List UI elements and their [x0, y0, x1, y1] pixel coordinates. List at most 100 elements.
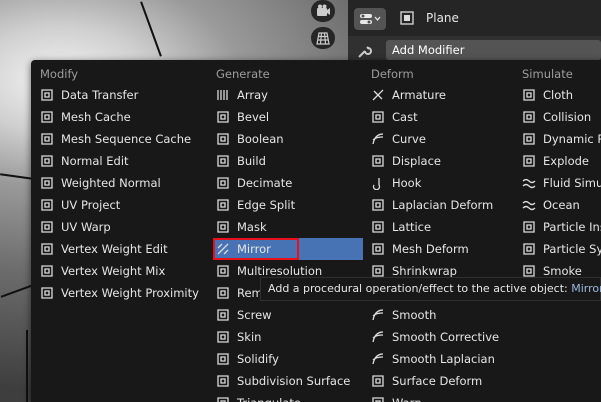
menu-item-build[interactable]: Build [213, 150, 363, 172]
menu-item-subdivision-surface[interactable]: Subdivision Surface [213, 370, 363, 392]
tooltip-value: Mirror [571, 282, 601, 295]
menu-item-vertex-weight-mix[interactable]: Vertex Weight Mix [37, 260, 208, 282]
vertex-weight-icon [41, 265, 53, 277]
menu-item-label: Particle Instance [543, 220, 601, 234]
menu-item-armature[interactable]: Armature [368, 84, 519, 106]
menu-item-weighted-normal[interactable]: Weighted Normal [37, 172, 208, 194]
object-icon [400, 11, 414, 25]
menu-item-label: Lattice [392, 220, 432, 234]
menu-item-surface-deform[interactable]: Surface Deform [368, 370, 519, 392]
vertex-weight-icon [41, 287, 53, 299]
smooth-icon [372, 353, 384, 365]
array-icon [217, 90, 228, 100]
column-header: Deform [371, 67, 414, 81]
menu-item-skin[interactable]: Skin [213, 326, 363, 348]
menu-item-mesh-cache[interactable]: Mesh Cache [37, 106, 208, 128]
editor-type-button[interactable] [354, 8, 386, 30]
cloth-icon [523, 89, 535, 101]
menu-item-label: Collision [543, 110, 592, 124]
menu-item-label: Vertex Weight Edit [61, 242, 168, 256]
tooltip: Add a procedural operation/effect to the… [260, 277, 601, 301]
menu-item-ocean[interactable]: Ocean [519, 194, 601, 216]
menu-item-normal-edit[interactable]: Normal Edit [37, 150, 208, 172]
menu-item-mesh-deform[interactable]: Mesh Deform [368, 238, 519, 260]
collision-icon [523, 111, 535, 123]
hook-icon [372, 178, 381, 190]
column-header: Generate [216, 67, 270, 81]
menu-item-data-transfer[interactable]: Data Transfer [37, 84, 208, 106]
menu-item-smooth-laplacian[interactable]: Smooth Laplacian [368, 348, 519, 370]
menu-item-fluid-simulation[interactable]: Fluid Simulation [519, 172, 601, 194]
menu-item-uv-project[interactable]: UV Project [37, 194, 208, 216]
add-modifier-button[interactable]: Add Modifier [386, 40, 601, 60]
menu-item-vertex-weight-edit[interactable]: Vertex Weight Edit [37, 238, 208, 260]
menu-item-collision[interactable]: Collision [519, 106, 601, 128]
menu-item-mask[interactable]: Mask [213, 216, 363, 238]
bevel-icon [217, 111, 229, 123]
menu-item-label: Armature [392, 88, 446, 102]
menu-item-edge-split[interactable]: Edge Split [213, 194, 363, 216]
menu-item-lattice[interactable]: Lattice [368, 216, 519, 238]
menu-item-displace[interactable]: Displace [368, 150, 519, 172]
menu-item-label: Subdivision Surface [237, 374, 351, 388]
menu-item-label: Mask [237, 220, 267, 234]
fluid-icon [522, 178, 536, 189]
solidify-icon [217, 353, 229, 365]
menu-item-cloth[interactable]: Cloth [519, 84, 601, 106]
menu-item-triangulate[interactable]: Triangulate [213, 392, 363, 402]
menu-item-smooth-corrective[interactable]: Smooth Corrective [368, 326, 519, 348]
menu-item-hook[interactable]: Hook [368, 172, 519, 194]
mesh-edge [140, 1, 162, 57]
camera-view-icon[interactable] [311, 0, 335, 22]
mesh-cache-icon [41, 111, 53, 123]
selection-highlight-box [213, 238, 299, 260]
menu-item-vertex-weight-proximity[interactable]: Vertex Weight Proximity [37, 282, 208, 304]
menu-item-label: Hook [392, 176, 422, 190]
curve-icon [372, 133, 384, 145]
menu-item-label: Edge Split [237, 198, 296, 212]
menu-item-array[interactable]: Array [213, 84, 363, 106]
triangulate-icon [217, 397, 229, 402]
menu-item-screw[interactable]: Screw [213, 304, 363, 326]
displace-icon [372, 155, 384, 167]
menu-item-boolean[interactable]: Boolean [213, 128, 363, 150]
properties-panel: Plane Add Modifier [348, 0, 601, 60]
menu-item-label: Laplacian Deform [392, 198, 494, 212]
menu-item-laplacian-deform[interactable]: Laplacian Deform [368, 194, 519, 216]
menu-item-label: UV Project [61, 198, 121, 212]
menu-item-uv-warp[interactable]: UV Warp [37, 216, 208, 238]
mask-icon [217, 221, 229, 233]
menu-item-label: Bevel [237, 110, 270, 124]
menu-item-dynamic-paint[interactable]: Dynamic Paint [519, 128, 601, 150]
column-header: Modify [40, 67, 79, 81]
menu-item-cast[interactable]: Cast [368, 106, 519, 128]
mesh-deform-icon [372, 243, 384, 255]
menu-item-label: Solidify [237, 352, 279, 366]
object-name: Plane [426, 11, 459, 25]
menu-item-solidify[interactable]: Solidify [213, 348, 363, 370]
ocean-icon [522, 200, 536, 211]
mesh-sequence-cache-icon [41, 133, 53, 145]
wrench-icon[interactable] [356, 44, 372, 60]
boolean-icon [217, 133, 229, 145]
menu-item-curve[interactable]: Curve [368, 128, 519, 150]
menu-item-explode[interactable]: Explode [519, 150, 601, 172]
decimate-icon [217, 177, 229, 189]
menu-item-warp[interactable]: Warp [368, 392, 519, 402]
menu-item-mirror[interactable]: Mirror [213, 238, 363, 260]
grid-view-icon[interactable] [311, 27, 335, 49]
explode-icon [523, 155, 535, 167]
menu-item-decimate[interactable]: Decimate [213, 172, 363, 194]
data-transfer-icon [41, 89, 53, 101]
tooltip-text: Add a procedural operation/effect to the… [268, 282, 568, 295]
menu-item-label: Mesh Deform [392, 242, 469, 256]
normal-edit-icon [41, 155, 53, 167]
lattice-icon [372, 221, 384, 233]
mesh-edge [0, 284, 34, 298]
menu-item-bevel[interactable]: Bevel [213, 106, 363, 128]
menu-item-smooth[interactable]: Smooth [368, 304, 519, 326]
subsurf-icon [217, 375, 229, 387]
menu-item-mesh-sequence-cache[interactable]: Mesh Sequence Cache [37, 128, 208, 150]
menu-item-particle-instance[interactable]: Particle Instance [519, 216, 601, 238]
menu-item-particle-system[interactable]: Particle System [519, 238, 601, 260]
